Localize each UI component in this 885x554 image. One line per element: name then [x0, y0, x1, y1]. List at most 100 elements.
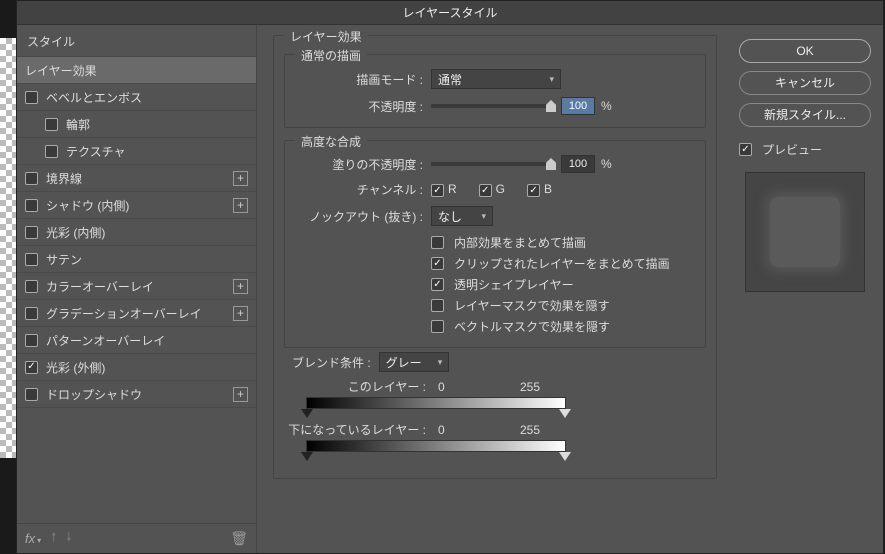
option-row: クリップされたレイヤーをまとめて描画 [431, 255, 695, 272]
style-checkbox[interactable] [25, 91, 38, 104]
style-row[interactable]: シャドウ (内側)+ [17, 192, 256, 219]
preview-label: プレビュー [762, 141, 822, 158]
style-label: レイヤー効果 [25, 62, 248, 79]
cancel-button[interactable]: キャンセル [739, 71, 871, 95]
this-layer-black-stop[interactable] [301, 409, 313, 418]
channel-g-checkbox[interactable] [479, 184, 492, 197]
style-checkbox[interactable] [45, 118, 58, 131]
style-checkbox[interactable] [25, 280, 38, 293]
this-layer-low: 0 [438, 380, 520, 394]
fx-menu[interactable]: fx▾ [25, 531, 41, 546]
style-row[interactable]: ドロップシャドウ+ [17, 381, 256, 408]
under-layer-label: 下になっているレイヤー : [284, 421, 438, 438]
option-row: ベクトルマスクで効果を隠す [431, 318, 695, 335]
under-layer-white-stop[interactable] [559, 452, 571, 461]
style-row[interactable]: 輪郭 [17, 111, 256, 138]
preview-checkbox[interactable] [739, 143, 752, 156]
style-label: テクスチャ [66, 143, 248, 160]
style-label: パターンオーバーレイ [46, 332, 248, 349]
style-row[interactable]: 光彩 (外側) [17, 354, 256, 381]
blend-if-channel-dropdown[interactable]: グレー▾ [379, 352, 450, 372]
style-row[interactable]: 境界線+ [17, 165, 256, 192]
opacity-label: 不透明度 : [295, 98, 431, 115]
layer-effects-group: レイヤー効果 通常の描画 描画モード : 通常▾ 不透明度 : [273, 35, 717, 479]
option-label: クリップされたレイヤーをまとめて描画 [454, 255, 670, 272]
move-down-icon[interactable]: 🠗 [66, 528, 71, 549]
add-instance-icon[interactable]: + [233, 387, 248, 402]
style-row[interactable]: ベベルとエンボス [17, 84, 256, 111]
channel-b-label: B [544, 182, 552, 196]
style-checkbox[interactable] [25, 307, 38, 320]
style-row[interactable]: カラーオーバーレイ + [17, 273, 256, 300]
fill-opacity-unit: % [601, 157, 612, 171]
style-label: カラーオーバーレイ [46, 278, 229, 295]
this-layer-gradient[interactable] [306, 397, 566, 409]
option-checkbox[interactable] [431, 320, 444, 333]
style-checkbox[interactable] [45, 145, 58, 158]
style-checkbox[interactable] [25, 172, 38, 185]
layer-style-dialog: レイヤースタイル スタイル レイヤー効果ベベルとエンボス輪郭テクスチャ境界線+シ… [16, 0, 884, 554]
add-instance-icon[interactable]: + [233, 279, 248, 294]
style-row[interactable]: グラデーションオーバーレイ+ [17, 300, 256, 327]
style-row[interactable]: サテン [17, 246, 256, 273]
this-layer-high: 255 [520, 380, 540, 394]
dialog-title: レイヤースタイル [17, 1, 883, 25]
fill-opacity-slider[interactable] [431, 162, 551, 166]
style-checkbox[interactable] [25, 226, 38, 239]
under-layer-low: 0 [438, 423, 520, 437]
style-checkbox[interactable] [25, 388, 38, 401]
normal-blend-legend: 通常の描画 [295, 47, 367, 64]
under-layer-black-stop[interactable] [301, 452, 313, 461]
ok-button[interactable]: OK [739, 39, 871, 63]
style-label: 輪郭 [66, 116, 248, 133]
channel-g-label: G [496, 182, 505, 196]
style-row[interactable]: パターンオーバーレイ [17, 327, 256, 354]
blend-mode-label: 描画モード : [295, 71, 431, 88]
styles-footer: fx▾ 🠕 🠗 🗑 [17, 523, 256, 553]
new-style-button[interactable]: 新規スタイル... [739, 103, 871, 127]
opacity-unit: % [601, 99, 612, 113]
style-label: ベベルとエンボス [46, 89, 248, 106]
option-checkbox[interactable] [431, 236, 444, 249]
preview-swatch [770, 197, 840, 267]
style-checkbox[interactable] [25, 361, 38, 374]
add-instance-icon[interactable]: + [233, 198, 248, 213]
preview-thumbnail [745, 172, 865, 292]
trash-icon[interactable]: 🗑 [230, 530, 248, 547]
style-label: サテン [46, 251, 248, 268]
option-checkbox[interactable] [431, 299, 444, 312]
blend-mode-dropdown[interactable]: 通常▾ [431, 69, 561, 89]
style-checkbox[interactable] [25, 199, 38, 212]
opacity-slider[interactable] [431, 104, 551, 108]
style-checkbox[interactable] [25, 253, 38, 266]
add-instance-icon[interactable]: + [233, 306, 248, 321]
style-row[interactable]: テクスチャ [17, 138, 256, 165]
style-checkbox[interactable] [25, 334, 38, 347]
chevron-down-icon: ▾ [549, 74, 554, 85]
style-row[interactable]: 光彩 (内側) [17, 219, 256, 246]
under-layer-gradient[interactable] [306, 440, 566, 452]
style-label: 光彩 (外側) [46, 359, 248, 376]
fill-opacity-slider-thumb[interactable] [546, 158, 556, 170]
knockout-dropdown[interactable]: なし▾ [431, 206, 493, 226]
option-label: 内部効果をまとめて描画 [454, 234, 586, 251]
opacity-input[interactable]: 100 [561, 97, 595, 115]
add-instance-icon[interactable]: + [233, 171, 248, 186]
option-checkbox[interactable] [431, 257, 444, 270]
option-row: 透明シェイプレイヤー [431, 276, 695, 293]
settings-panel: レイヤー効果 通常の描画 描画モード : 通常▾ 不透明度 : [257, 25, 733, 553]
fill-opacity-input[interactable]: 100 [561, 155, 595, 173]
move-up-icon[interactable]: 🠕 [51, 528, 56, 549]
channel-b-checkbox[interactable] [527, 184, 540, 197]
chevron-down-icon: ▾ [481, 211, 486, 222]
this-layer-white-stop[interactable] [559, 409, 571, 418]
styles-panel: スタイル レイヤー効果ベベルとエンボス輪郭テクスチャ境界線+シャドウ (内側)+… [17, 25, 257, 553]
normal-blend-group: 通常の描画 描画モード : 通常▾ 不透明度 : 100 % [284, 54, 706, 128]
channels-label: チャンネル : [295, 181, 431, 198]
option-checkbox[interactable] [431, 278, 444, 291]
opacity-slider-thumb[interactable] [546, 100, 556, 112]
channel-r-checkbox[interactable] [431, 184, 444, 197]
advanced-options: 内部効果をまとめて描画クリップされたレイヤーをまとめて描画透明シェイプレイヤーレ… [431, 234, 695, 335]
style-row[interactable]: レイヤー効果 [17, 57, 256, 84]
layer-effects-legend: レイヤー効果 [284, 28, 368, 45]
